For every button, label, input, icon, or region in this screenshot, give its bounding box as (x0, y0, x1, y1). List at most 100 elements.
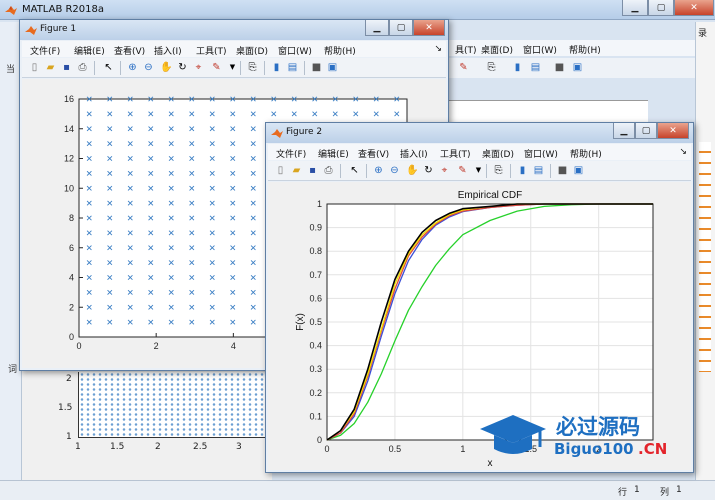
pointer-icon[interactable]: ↖ (348, 164, 361, 177)
col-value: 1 (676, 485, 682, 495)
watermark-logo: 必过源码 Biguo100 .CN (478, 409, 693, 465)
tick-label: 2.5 (193, 442, 208, 452)
menu-item-edit[interactable]: 编辑(E) (74, 44, 105, 57)
menu-item-tools[interactable]: 具(T) (455, 43, 477, 56)
legend-icon[interactable]: ▤ (532, 164, 545, 177)
link-icon[interactable]: ⎘ (246, 61, 259, 74)
link-icon[interactable]: ⎘ (492, 164, 505, 177)
menu-item-window[interactable]: 窗口(W) (278, 44, 312, 57)
show-plot-tools-icon[interactable]: ▣ (572, 164, 585, 177)
menu-item-desktop[interactable]: 桌面(D) (481, 43, 513, 56)
y-tick-label: 0.7 (309, 270, 322, 280)
y-tick-label: 8 (69, 213, 74, 223)
menu-item-window[interactable]: 窗口(W) (523, 43, 557, 56)
chevron-down-icon[interactable]: ▼ (472, 164, 485, 177)
datatip-icon[interactable]: ⌖ (192, 61, 205, 74)
minimize-button[interactable]: ▁ (613, 123, 635, 139)
maximize-icon: ▢ (641, 125, 651, 136)
minimize-button[interactable]: ▁ (622, 0, 648, 16)
maximize-button[interactable]: ▢ (635, 123, 657, 139)
minimize-button[interactable]: ▁ (365, 20, 389, 36)
show-plot-tools-icon[interactable]: ▣ (571, 61, 584, 74)
figure-2-title-bar[interactable]: Figure 2 ▁ ▢ ✕ (266, 123, 693, 143)
graduation-cap-icon (480, 415, 546, 454)
menu-item-view[interactable]: 查看(V) (358, 147, 389, 160)
chevron-down-icon[interactable]: ▼ (226, 61, 239, 74)
hide-plot-tools-icon[interactable]: ■ (310, 61, 323, 74)
menu-item-window[interactable]: 窗口(W) (524, 147, 558, 160)
tick-label: 1 (75, 442, 81, 452)
colorbar-icon[interactable]: ▮ (270, 61, 283, 74)
menu-overflow-arrow[interactable]: ↘ (679, 147, 687, 157)
menu-item-desktop[interactable]: 桌面(D) (482, 147, 514, 160)
menu-item-tools[interactable]: 工具(T) (440, 147, 471, 160)
new-file-icon[interactable]: ▯ (274, 164, 287, 177)
menu-item-tools[interactable]: 工具(T) (196, 44, 227, 57)
show-plot-tools-icon[interactable]: ▣ (326, 61, 339, 74)
menu-item-file[interactable]: 文件(F) (30, 44, 60, 57)
x-tick-label: 1 (460, 444, 465, 454)
menu-item-insert[interactable]: 插入(I) (400, 147, 428, 160)
menu-item-file[interactable]: 文件(F) (276, 147, 306, 160)
close-button[interactable]: ✕ (674, 0, 714, 16)
maximize-button[interactable]: ▢ (389, 20, 413, 36)
y-tick-label: 10 (64, 183, 74, 193)
x-tick-label: 0.5 (389, 444, 402, 454)
maximize-icon: ▢ (656, 2, 666, 13)
y-tick-label: 6 (69, 243, 74, 253)
menu-item-view[interactable]: 查看(V) (114, 44, 145, 57)
zoom-out-icon[interactable]: ⊖ (142, 61, 155, 74)
panel-label-lower: 词 (8, 365, 18, 375)
zoom-in-icon[interactable]: ⊕ (126, 61, 139, 74)
menu-item-insert[interactable]: 插入(I) (154, 44, 182, 57)
brush-icon[interactable]: ✎ (457, 61, 470, 74)
brush-icon[interactable]: ✎ (210, 61, 223, 74)
menu-item-desktop[interactable]: 桌面(D) (236, 44, 268, 57)
legend-icon[interactable]: ▤ (286, 61, 299, 74)
zoom-out-icon[interactable]: ⊖ (388, 164, 401, 177)
y-axis-label: F(x) (295, 313, 306, 331)
col-label: 列 (660, 488, 670, 498)
new-file-icon[interactable]: ▯ (28, 61, 41, 74)
print-icon[interactable]: ⎙ (322, 164, 335, 177)
save-icon[interactable]: ▪ (60, 61, 73, 74)
menu-item-help[interactable]: 帮助(H) (324, 44, 356, 57)
print-icon[interactable]: ⎙ (76, 61, 89, 74)
figure-1-toolbar: ▯ ▰ ▪ ⎙ ↖ ⊕ ⊖ ✋ ↻ ⌖ ✎ ▼ ⎘ ▮ ▤ ■ ▣ (22, 58, 446, 78)
pan-icon[interactable]: ✋ (160, 61, 173, 74)
x-tick-label: 2 (154, 341, 159, 351)
rotate-icon[interactable]: ↻ (176, 61, 189, 74)
row-label: 行 (618, 488, 628, 498)
maximize-button[interactable]: ▢ (648, 0, 674, 16)
open-folder-icon[interactable]: ▰ (290, 164, 303, 177)
pan-icon[interactable]: ✋ (406, 164, 419, 177)
figure-1-title-bar[interactable]: Figure 1 ▁ ▢ ✕ (20, 20, 448, 40)
zoom-in-icon[interactable]: ⊕ (372, 164, 385, 177)
hide-plot-tools-icon[interactable]: ■ (556, 164, 569, 177)
rotate-icon[interactable]: ↻ (422, 164, 435, 177)
menu-overflow-arrow[interactable]: ↘ (434, 44, 442, 54)
datatip-icon[interactable]: ⌖ (438, 164, 451, 177)
brush-icon[interactable]: ✎ (456, 164, 469, 177)
matlab-logo-icon (5, 4, 17, 16)
open-folder-icon[interactable]: ▰ (44, 61, 57, 74)
maximize-icon: ▢ (396, 22, 406, 33)
pointer-icon[interactable]: ↖ (102, 61, 115, 74)
legend-icon[interactable]: ▤ (529, 61, 542, 74)
link-icon[interactable]: ⎘ (485, 61, 498, 74)
figure-1-title: Figure 1 (40, 24, 77, 34)
menu-item-help[interactable]: 帮助(H) (570, 147, 602, 160)
hide-plot-tools-icon[interactable]: ■ (553, 61, 566, 74)
colorbar-icon[interactable]: ▮ (511, 61, 524, 74)
watermark-suffix: .CN (638, 440, 668, 458)
figure-2-window: Figure 2 ▁ ▢ ✕ 文件(F) 编辑(E) 查看(V) 插入(I) 工… (265, 122, 694, 473)
panel-label: 当 (6, 65, 16, 75)
tick-label: 2 (155, 442, 161, 452)
menu-item-help[interactable]: 帮助(H) (569, 43, 601, 56)
close-icon: ✕ (425, 22, 433, 33)
colorbar-icon[interactable]: ▮ (516, 164, 529, 177)
save-icon[interactable]: ▪ (306, 164, 319, 177)
close-button[interactable]: ✕ (413, 20, 445, 36)
menu-item-edit[interactable]: 编辑(E) (318, 147, 349, 160)
close-button[interactable]: ✕ (657, 123, 689, 139)
